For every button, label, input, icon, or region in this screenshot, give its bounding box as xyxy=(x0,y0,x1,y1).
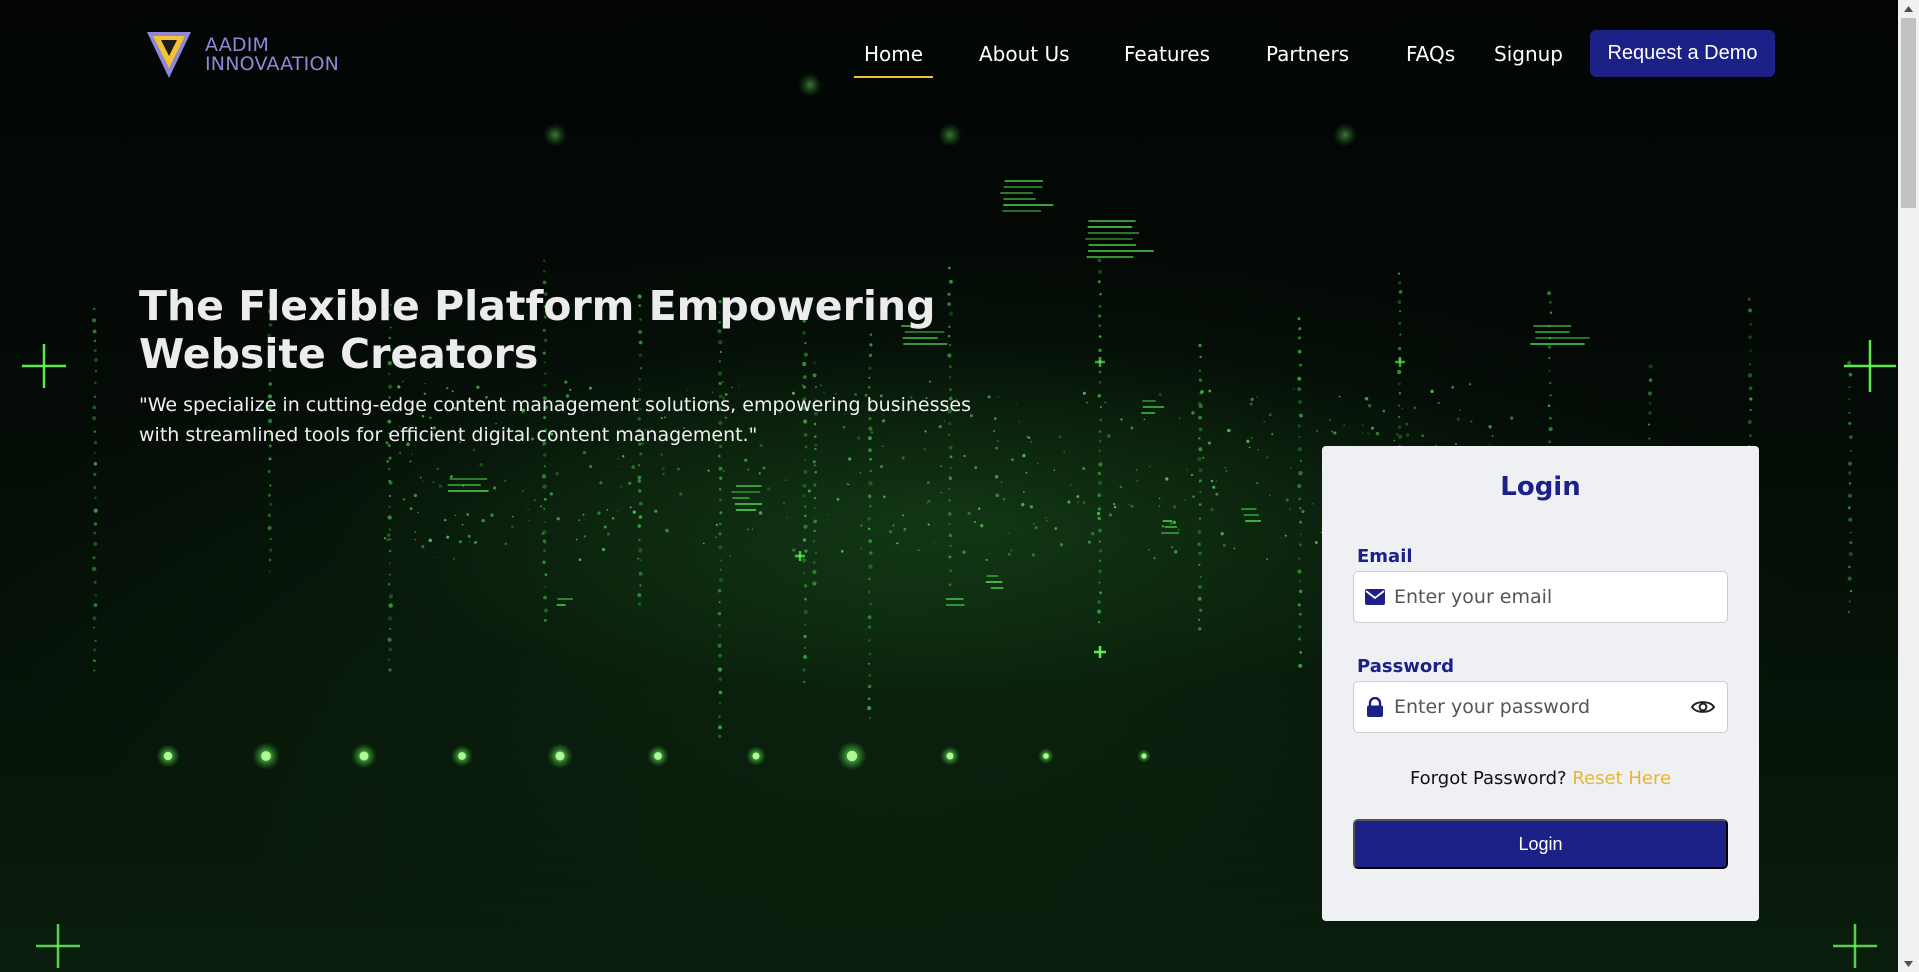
reset-password-link[interactable]: Reset Here xyxy=(1572,768,1671,789)
login-title: Login xyxy=(1500,472,1581,502)
password-input[interactable] xyxy=(1394,682,1689,732)
site-header: AADIM INNOVAATION Home About Us Features… xyxy=(0,0,1898,110)
password-field-wrapper xyxy=(1353,681,1728,733)
login-button[interactable]: Login xyxy=(1353,819,1728,869)
nav-partners[interactable]: Partners xyxy=(1266,42,1349,66)
forgot-password-row: Forgot Password? Reset Here xyxy=(1322,768,1759,789)
nav-faqs[interactable]: FAQs xyxy=(1406,42,1455,66)
forgot-password-text: Forgot Password? xyxy=(1409,768,1567,789)
email-label: Email xyxy=(1357,546,1413,567)
scroll-down-arrow-icon[interactable] xyxy=(1898,955,1919,972)
request-demo-button[interactable]: Request a Demo xyxy=(1590,30,1775,77)
envelope-icon xyxy=(1364,586,1386,608)
lock-icon xyxy=(1364,696,1386,718)
nav-about-us[interactable]: About Us xyxy=(979,42,1070,66)
eye-icon[interactable] xyxy=(1689,696,1717,718)
aadim-logo-icon xyxy=(147,32,191,78)
page-scrollbar[interactable] xyxy=(1898,0,1919,972)
nav-signup[interactable]: Signup xyxy=(1494,42,1563,66)
brand-logo[interactable]: AADIM INNOVAATION xyxy=(143,30,339,80)
scrollbar-thumb[interactable] xyxy=(1901,18,1916,208)
password-label: Password xyxy=(1357,656,1455,677)
hero-title: The Flexible Platform Empowering Website… xyxy=(139,282,936,378)
email-field-wrapper xyxy=(1353,571,1728,623)
hero-subtitle: "We specialize in cutting-edge content m… xyxy=(139,394,972,446)
nav-features[interactable]: Features xyxy=(1124,42,1210,66)
login-card: Login Email Password Forgot Password? Re… xyxy=(1322,446,1759,921)
nav-home[interactable]: Home xyxy=(853,42,934,78)
brand-line-2: INNOVAATION xyxy=(205,53,340,75)
email-input[interactable] xyxy=(1394,572,1727,622)
brand-name: AADIM INNOVAATION xyxy=(205,36,339,74)
scroll-up-arrow-icon[interactable] xyxy=(1898,0,1919,17)
